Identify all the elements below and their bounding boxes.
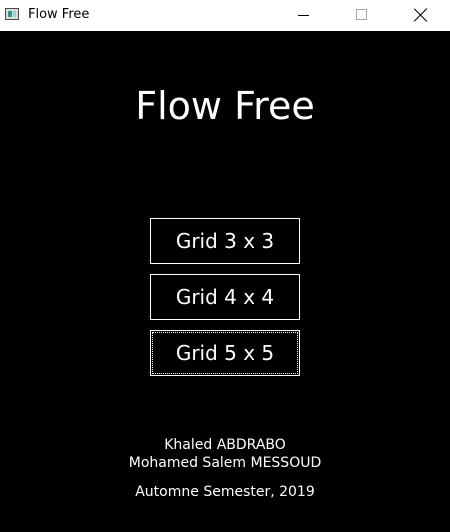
grid-5x5-button-label: Grid 5 x 5 bbox=[175, 341, 275, 365]
title-bar[interactable]: Flow Free bbox=[0, 0, 450, 31]
app-window-icon bbox=[5, 8, 19, 20]
grid-3x3-button[interactable]: Grid 3 x 3 bbox=[150, 218, 300, 264]
grid-4x4-button[interactable]: Grid 4 x 4 bbox=[150, 274, 300, 320]
grid-5x5-button[interactable]: Grid 5 x 5 bbox=[150, 330, 300, 376]
minimize-icon bbox=[298, 15, 309, 16]
author-name: Khaled ABDRABO bbox=[164, 437, 286, 453]
maximize-button[interactable] bbox=[332, 0, 390, 31]
flow-free-window: Flow Free Flow Free Grid 3 x 3 Grid 4 x … bbox=[0, 0, 450, 532]
minimize-button[interactable] bbox=[274, 0, 332, 31]
app-title: Flow Free bbox=[135, 84, 315, 128]
close-button[interactable] bbox=[392, 0, 450, 31]
semester-label: Automne Semester, 2019 bbox=[135, 484, 315, 500]
author-name: Mohamed Salem MESSOUD bbox=[128, 455, 322, 471]
window-title: Flow Free bbox=[28, 7, 90, 22]
close-icon bbox=[414, 8, 428, 22]
maximize-icon bbox=[356, 9, 367, 20]
